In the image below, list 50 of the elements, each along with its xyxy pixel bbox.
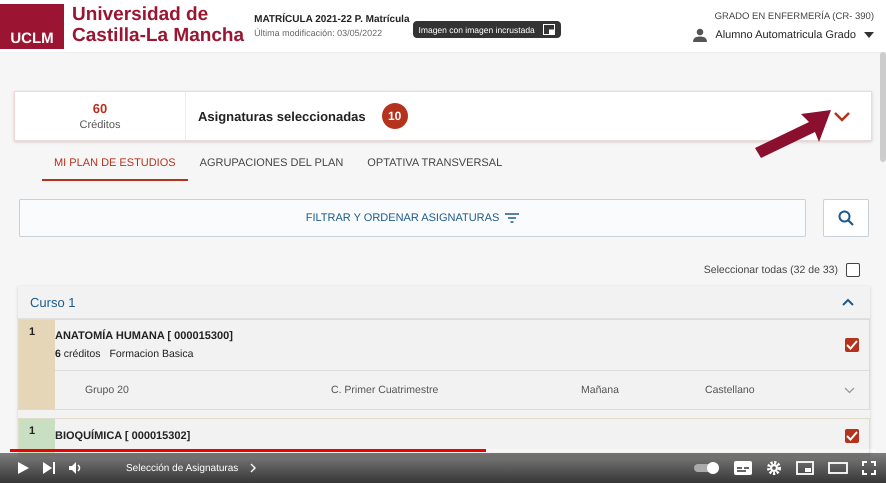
collapse-chevron-icon[interactable] [842,298,854,306]
select-all-label: Seleccionar todas (32 de 33) [704,264,838,276]
subject-type: Formacion Basica [109,348,194,360]
select-all-checkbox[interactable] [846,263,860,277]
subject-title: ANATOMÍA HUMANA [ 000015300] [55,330,233,342]
tab[interactable]: MI PLAN DE ESTUDIOS [42,157,188,181]
page-title: MATRÍCULA 2021-22 P. Matrícula [254,14,410,25]
subject-credits: 6 créditos [55,348,101,360]
subject-checkbox[interactable] [845,338,859,352]
summary-title: Asignaturas seleccionadas [198,108,366,124]
filter-icon [505,213,520,223]
filter-sort-button[interactable]: FILTRAR Y ORDENAR ASIGNATURAS [19,199,806,237]
theater-mode-icon[interactable] [828,462,848,474]
university-name: Universidad de Castilla-La Mancha [71,4,244,48]
picture-in-picture-icon [542,24,555,35]
next-icon[interactable] [42,461,56,475]
play-icon[interactable] [16,461,30,475]
last-modified: Última modificación: 03/05/2022 [254,28,384,38]
search-button[interactable] [823,199,869,237]
pointer-arrow-icon [753,108,833,160]
tab[interactable]: OPTATIVA TRANSVERSAL [355,157,514,181]
miniplayer-icon[interactable] [796,461,814,475]
degree-label: GRADO EN ENFERMERÍA (CR- 390) [714,10,874,22]
subtitles-icon[interactable] [734,461,752,475]
course-title: Curso 1 [30,294,76,310]
subject-checkbox[interactable] [845,429,859,443]
scrollbar[interactable] [880,52,886,162]
group-period: C. Primer Cuatrimestre [331,384,440,396]
chevron-right-icon[interactable] [250,463,256,473]
group-shift: Mañana [581,384,620,396]
fullscreen-icon[interactable] [862,461,876,475]
subject-title: BIOQUÍMICA [ 000015302] [55,430,190,442]
chevron-icon[interactable] [833,111,851,122]
credits-value: 60 [92,101,108,116]
tab[interactable]: AGRUPACIONES DEL PLAN [188,157,356,181]
group-language: Castellano [705,384,756,396]
settings-icon[interactable] [766,460,782,476]
credits-label: Créditos [78,119,122,131]
caret-icon [864,32,874,38]
group-name: Grupo 20 [84,384,130,396]
subject-number: 1 [19,320,55,409]
autoplay-toggle-icon[interactable] [694,462,720,474]
user-menu[interactable]: Alumno Automatricula Grado [693,28,874,42]
count-badge: 10 [382,103,408,129]
tooltip: Imagen con imagen incrustada [412,21,561,38]
chapter-link[interactable]: Selección de Asignaturas [126,462,238,474]
person-icon [693,28,708,42]
logo-badge: UCLM [0,4,64,48]
search-icon [838,210,854,226]
expand-chevron-icon[interactable] [844,386,855,394]
